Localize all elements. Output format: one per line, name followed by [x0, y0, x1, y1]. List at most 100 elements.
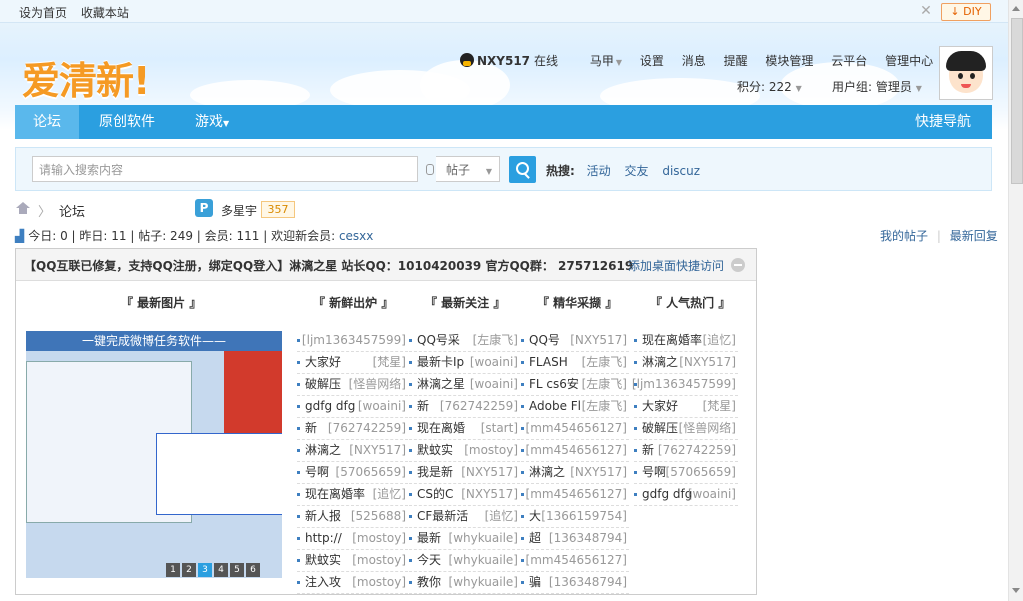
list-item[interactable]: gdfg dfg [woaini] — [297, 396, 408, 418]
user-group-menu[interactable]: 用户组: 管理员 ▼ — [832, 78, 922, 95]
list-item[interactable]: 骗 [136348794] — [521, 572, 629, 594]
module-manage-link[interactable]: 模块管理 — [765, 54, 813, 68]
breadcrumb-forum[interactable]: 论坛 — [59, 205, 85, 220]
slide-page-button[interactable]: 1 — [166, 563, 180, 577]
list-item[interactable]: 破解压 [怪兽网络] — [634, 418, 738, 440]
list-item[interactable]: 淋漓之星 [woaini] — [409, 374, 520, 396]
list-item[interactable]: 破解压 [怪兽网络] — [297, 374, 408, 396]
post-title[interactable]: 超 — [529, 528, 541, 548]
list-item[interactable]: 注入攻 [mostoy] — [297, 572, 408, 594]
list-item[interactable]: CS的C [NXY517] — [409, 484, 520, 506]
post-author[interactable]: [woaini] — [470, 352, 518, 372]
scroll-down-icon[interactable] — [1012, 588, 1020, 593]
user-name[interactable]: NXY517 — [477, 54, 530, 68]
online-status[interactable]: 在线 — [534, 54, 558, 68]
post-author[interactable]: [ljm1363457599] — [632, 374, 736, 394]
post-title[interactable]: 新 — [417, 396, 429, 416]
nav-original-software[interactable]: 原创软件 — [99, 105, 155, 139]
post-author[interactable]: [左康飞] — [582, 352, 627, 372]
post-author[interactable]: [NXY517] — [461, 462, 518, 482]
post-title[interactable]: CF最新活 — [417, 506, 468, 526]
post-title[interactable]: 现在离婚率 — [305, 484, 365, 504]
post-author[interactable]: [NXY517] — [349, 440, 406, 460]
search-type-select[interactable]: 帖子 ▼ — [436, 156, 500, 182]
list-item[interactable]: 现在离婚率 [追忆] — [634, 330, 738, 352]
post-title[interactable]: 新 — [642, 440, 654, 460]
list-item[interactable]: 现在离婚率 [追忆] — [297, 484, 408, 506]
post-title[interactable]: 教你 — [417, 572, 441, 592]
slide-page-button[interactable]: 5 — [230, 563, 244, 577]
diy-button[interactable]: ↓ DIY — [941, 3, 991, 21]
post-author[interactable]: [woaini] — [470, 374, 518, 394]
post-title[interactable]: 淋漓之星 — [417, 374, 465, 394]
post-title[interactable]: 现在离婚 — [417, 418, 465, 438]
post-author[interactable]: [mostoy] — [464, 440, 518, 460]
post-title[interactable]: 破解压 — [305, 374, 341, 394]
hot-keyword[interactable]: 活动 — [587, 164, 611, 178]
post-author[interactable]: [追忆] — [373, 484, 406, 504]
moderator-name[interactable]: 多星宇 — [221, 202, 257, 219]
my-posts-link[interactable]: 我的帖子 — [880, 229, 928, 243]
post-title[interactable]: 淋漓之 — [642, 352, 678, 372]
list-item[interactable]: 淋漓之 [NXY517] — [634, 352, 738, 374]
nav-games[interactable]: 游戏▼ — [195, 105, 229, 139]
add-desktop-link[interactable]: 添加桌面快捷访问 — [628, 257, 724, 274]
slide-page-button[interactable]: 4 — [214, 563, 228, 577]
post-author[interactable]: [NXY517] — [461, 484, 518, 504]
post-author[interactable]: [whykuaile] — [449, 528, 518, 548]
scroll-thumb[interactable] — [1011, 18, 1023, 184]
collapse-icon[interactable] — [731, 258, 745, 272]
post-author[interactable]: [136348794] — [549, 572, 627, 592]
reminders-link[interactable]: 提醒 — [724, 54, 748, 68]
settings-link[interactable]: 设置 — [640, 54, 664, 68]
newest-member-link[interactable]: cesxx — [339, 229, 373, 243]
post-author[interactable]: [762742259] — [440, 396, 518, 416]
list-item[interactable]: 大家好 [梵星] — [634, 396, 738, 418]
post-title[interactable]: 骗 — [529, 572, 541, 592]
post-title[interactable]: 淋漓之 — [529, 462, 565, 482]
messages-link[interactable]: 消息 — [682, 54, 706, 68]
post-title[interactable]: 默蚊实 — [305, 550, 341, 570]
list-item[interactable]: 现在离婚 [start] — [409, 418, 520, 440]
post-title[interactable]: CS的C — [417, 484, 453, 504]
nav-forum[interactable]: 论坛 — [15, 105, 79, 139]
post-author[interactable]: [mostoy] — [352, 528, 406, 548]
credit-menu[interactable]: 积分: 222 ▼ — [737, 78, 802, 95]
list-item[interactable]: [ljm1363457599] — [632, 374, 738, 396]
post-title[interactable]: 今天 — [417, 550, 441, 570]
post-author[interactable]: [woaini] — [688, 484, 736, 504]
post-title[interactable]: QQ号 — [529, 330, 560, 350]
vest-menu[interactable]: 马甲 ▼ — [590, 54, 622, 68]
post-author[interactable]: [怪兽网络] — [349, 374, 406, 394]
post-author[interactable]: [mm454656127] — [526, 440, 627, 460]
post-title[interactable]: 注入攻 — [305, 572, 341, 592]
list-item[interactable]: [mm454656127] — [521, 550, 629, 572]
post-author[interactable]: [57065659] — [666, 462, 736, 482]
list-item[interactable]: 新人报 [525688] — [297, 506, 408, 528]
list-item[interactable]: 淋漓之 [NXY517] — [297, 440, 408, 462]
post-title[interactable]: Adobe Fl — [529, 396, 581, 416]
post-author[interactable]: [whykuaile] — [449, 550, 518, 570]
image-slideshow[interactable]: 一键完成微博任务软件—— 123456 — [26, 331, 282, 578]
list-item[interactable]: 今天 [whykuaile] — [409, 550, 520, 572]
set-home-link[interactable]: 设为首页 — [19, 6, 67, 20]
post-author[interactable]: [57065659] — [336, 462, 406, 482]
hot-keyword[interactable]: discuz — [662, 164, 700, 178]
search-input[interactable]: 请输入搜索内容 — [32, 156, 418, 182]
list-item[interactable]: CF最新活 [追忆] — [409, 506, 520, 528]
slide-page-button[interactable]: 2 — [182, 563, 196, 577]
post-author[interactable]: [怪兽网络] — [679, 418, 736, 438]
post-title[interactable]: 淋漓之 — [305, 440, 341, 460]
slide-page-button[interactable]: 3 — [198, 563, 212, 577]
list-item[interactable]: [ljm1363457599] — [297, 330, 408, 352]
list-item[interactable]: QQ号 [NXY517] — [521, 330, 629, 352]
post-author[interactable]: [追忆] — [485, 506, 518, 526]
post-author[interactable]: [762742259] — [658, 440, 736, 460]
home-icon[interactable] — [15, 202, 31, 214]
list-item[interactable]: [mm454656127] — [521, 484, 629, 506]
post-author[interactable]: [1366159754] — [541, 506, 627, 526]
post-title[interactable]: gdfg dfg — [642, 484, 692, 504]
post-title[interactable]: 号啊 — [305, 462, 329, 482]
list-item[interactable]: FLASH [左康飞] — [521, 352, 629, 374]
list-item[interactable]: [mm454656127] — [521, 440, 629, 462]
